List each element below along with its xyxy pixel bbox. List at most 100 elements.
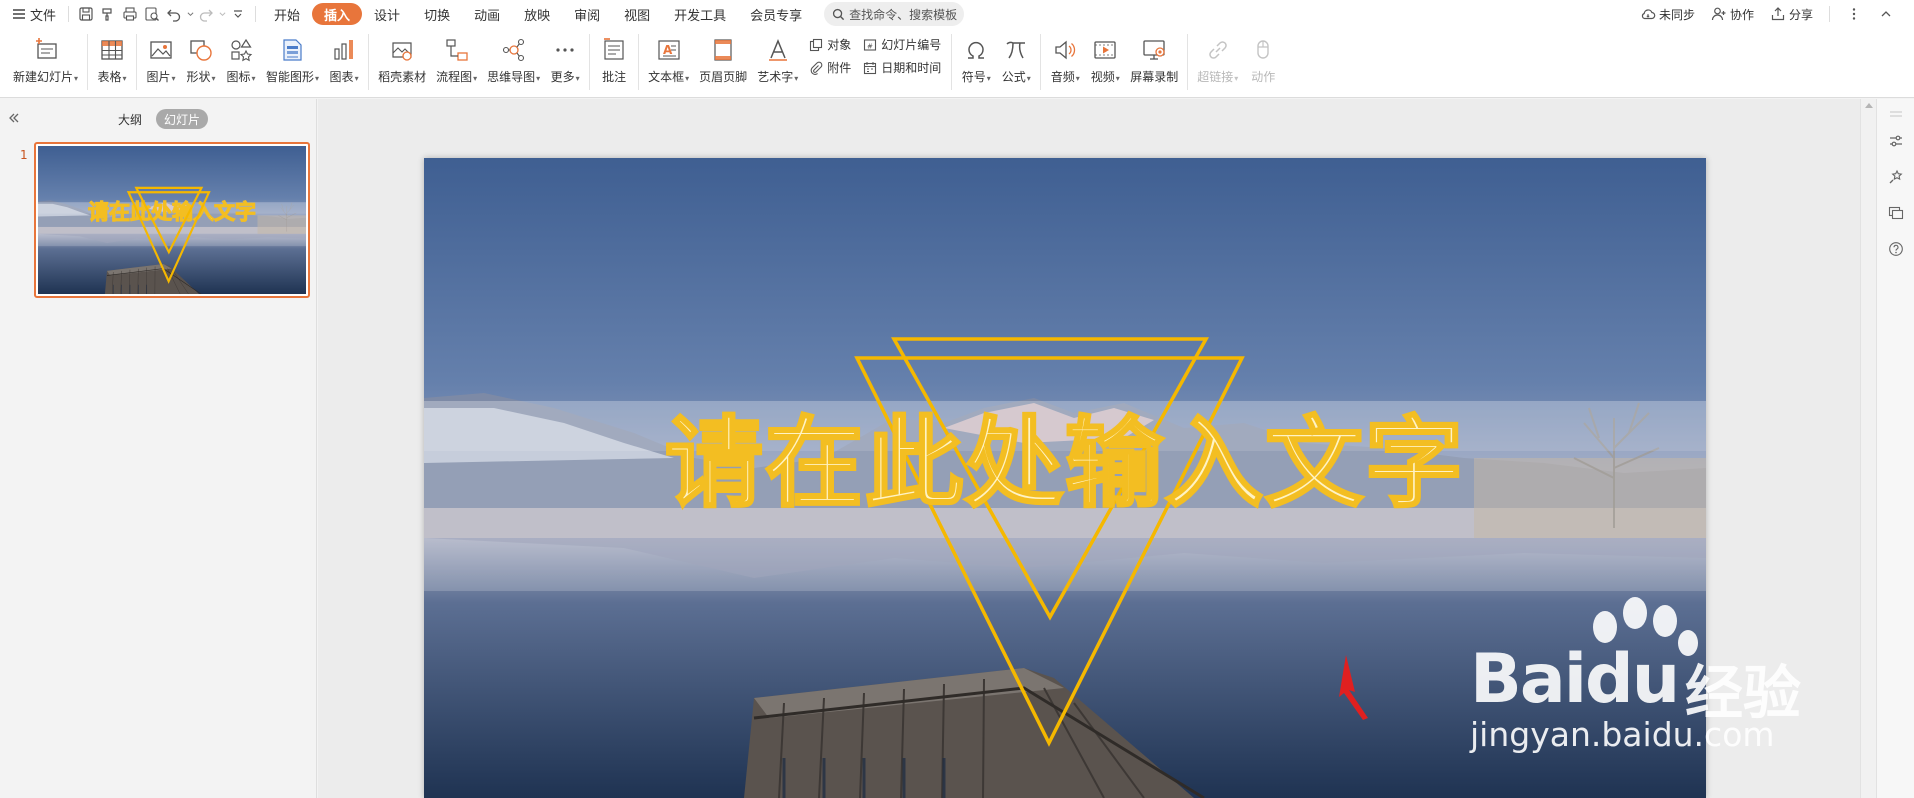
flowchart-button[interactable]: 流程图▾ bbox=[431, 34, 482, 85]
tab-label: 插入 bbox=[324, 8, 351, 24]
more-button[interactable]: 更多▾ bbox=[545, 34, 585, 85]
print-button[interactable] bbox=[119, 3, 141, 25]
tab-transitions[interactable]: 切换 bbox=[412, 3, 462, 25]
new-slide-button[interactable]: 新建幻灯片▾ bbox=[8, 34, 83, 85]
help-button[interactable] bbox=[1888, 241, 1904, 257]
mindmap-button[interactable]: 思维导图▾ bbox=[482, 34, 545, 85]
mindmap-icon bbox=[502, 38, 524, 62]
slide-canvas[interactable]: 请在此处输入文字 bbox=[424, 158, 1706, 798]
slide-number-button[interactable]: # 幻灯片编号 bbox=[863, 36, 941, 53]
new-slide-label: 新建幻灯片 bbox=[13, 70, 74, 84]
file-menu[interactable]: 文件 bbox=[0, 0, 62, 28]
separator bbox=[87, 34, 89, 90]
tab-home[interactable]: 开始 bbox=[262, 3, 312, 25]
share-label: 分享 bbox=[1788, 7, 1813, 22]
tab-member[interactable]: 会员专享 bbox=[738, 3, 814, 25]
textbox-icon: A bbox=[658, 40, 680, 60]
slide-thumbnail[interactable]: 请在此处输入文字 bbox=[34, 142, 310, 298]
copy-slides-icon bbox=[1888, 206, 1904, 220]
tab-insert[interactable]: 插入 bbox=[312, 3, 363, 25]
hyperlink-label: 超链接 bbox=[1197, 70, 1234, 84]
video-label: 视频 bbox=[1090, 70, 1115, 84]
hyperlink-button[interactable]: 超链接▾ bbox=[1192, 34, 1243, 85]
picture-icon bbox=[150, 41, 172, 59]
collapse-ribbon-button[interactable] bbox=[1872, 6, 1900, 22]
object-button[interactable]: 对象 bbox=[809, 36, 851, 53]
attachment-button[interactable]: 附件 bbox=[809, 59, 851, 76]
tab-label: 视图 bbox=[624, 8, 651, 24]
material-button[interactable]: 稻壳素材 bbox=[373, 34, 431, 85]
separator bbox=[1187, 34, 1189, 90]
tab-view[interactable]: 视图 bbox=[612, 3, 662, 25]
separator bbox=[638, 34, 640, 90]
textbox-button[interactable]: A 文本框▾ bbox=[643, 34, 694, 85]
tab-review[interactable]: 审阅 bbox=[562, 3, 612, 25]
slide-title-text[interactable]: 请在此处输入文字 bbox=[424, 384, 1706, 526]
symbol-button[interactable]: 符号▾ bbox=[956, 34, 996, 85]
collaborate-button[interactable]: 协作 bbox=[1705, 6, 1760, 23]
icons-library-icon bbox=[231, 38, 253, 62]
formula-button[interactable]: 公式▾ bbox=[996, 34, 1036, 85]
slide-navigation-panel: 大纲 幻灯片 1 请在此处输入文字 bbox=[0, 99, 317, 798]
tab-label: 设计 bbox=[374, 8, 401, 24]
drag-handle-icon bbox=[1890, 111, 1902, 117]
redo-button[interactable] bbox=[195, 3, 217, 25]
print-preview-button[interactable] bbox=[141, 3, 163, 25]
chevron-up-icon bbox=[1881, 11, 1891, 17]
file-menu-label: 文件 bbox=[30, 8, 57, 24]
action-button[interactable]: 动作 bbox=[1243, 34, 1283, 85]
redo-dropdown[interactable] bbox=[217, 3, 227, 25]
video-button[interactable]: 视频▾ bbox=[1085, 34, 1125, 85]
customize-quick-access-button[interactable] bbox=[227, 3, 249, 25]
hamburger-icon bbox=[13, 9, 25, 19]
help-icon bbox=[1889, 242, 1903, 256]
symbol-label: 符号 bbox=[961, 70, 986, 84]
tab-label: 会员专享 bbox=[750, 8, 803, 24]
double-chevron-left-icon bbox=[9, 113, 19, 123]
comment-button[interactable]: 批注 bbox=[594, 34, 634, 85]
object-attachment-group: 对象 附件 bbox=[803, 34, 857, 76]
speaker-icon bbox=[1055, 40, 1076, 60]
tab-label: 放映 bbox=[524, 8, 551, 24]
flowchart-icon bbox=[445, 39, 468, 61]
collaborate-label: 协作 bbox=[1729, 7, 1754, 22]
tab-animations[interactable]: 动画 bbox=[462, 3, 512, 25]
undo-button[interactable] bbox=[163, 3, 185, 25]
animation-pane-button[interactable] bbox=[1888, 169, 1904, 185]
property-settings-button[interactable] bbox=[1888, 133, 1904, 149]
format-painter-button[interactable] bbox=[97, 3, 119, 25]
tab-label: 开发工具 bbox=[674, 8, 727, 24]
share-button[interactable]: 分享 bbox=[1764, 6, 1819, 23]
menu-bar: 文件 开始 插入 设计 切换 动画 放映 审阅 视图 开发工具 会员专享 查找命… bbox=[0, 0, 1914, 28]
table-button[interactable]: 表格▾ bbox=[92, 34, 132, 85]
picture-button[interactable]: 图片▾ bbox=[141, 34, 181, 85]
more-options-button[interactable] bbox=[1840, 6, 1868, 22]
separator bbox=[589, 34, 591, 90]
collapse-panel-button[interactable] bbox=[6, 110, 22, 126]
tab-developer[interactable]: 开发工具 bbox=[662, 3, 738, 25]
tab-slides[interactable]: 幻灯片 bbox=[156, 109, 209, 129]
sync-status-button[interactable]: 未同步 bbox=[1634, 6, 1701, 23]
screen-record-button[interactable]: 屏幕录制 bbox=[1125, 34, 1183, 85]
slide-layout-button[interactable] bbox=[1888, 205, 1904, 221]
save-button[interactable] bbox=[75, 3, 97, 25]
material-label: 稻壳素材 bbox=[378, 70, 427, 84]
header-footer-button[interactable]: 页眉页脚 bbox=[694, 34, 752, 85]
slide-editing-area: 请在此处输入文字 bbox=[318, 99, 1860, 798]
audio-button[interactable]: 音频▾ bbox=[1045, 34, 1085, 85]
tab-outline[interactable]: 大纲 bbox=[110, 109, 150, 129]
smart-graphic-button[interactable]: 智能图形▾ bbox=[261, 34, 324, 85]
wordart-icon bbox=[768, 39, 787, 61]
separator bbox=[255, 6, 257, 22]
wordart-button[interactable]: 艺术字▾ bbox=[752, 34, 803, 85]
tab-design[interactable]: 设计 bbox=[362, 3, 412, 25]
chart-button[interactable]: 图表▾ bbox=[324, 34, 364, 85]
vertical-scrollbar[interactable] bbox=[1860, 99, 1876, 798]
tab-slideshow[interactable]: 放映 bbox=[512, 3, 562, 25]
undo-dropdown[interactable] bbox=[185, 3, 195, 25]
icon-button[interactable]: 图标▾ bbox=[221, 34, 261, 85]
command-search-box[interactable]: 查找命令、搜索模板 bbox=[824, 2, 965, 26]
date-time-button[interactable]: 日期和时间 bbox=[863, 59, 941, 76]
shape-button[interactable]: 形状▾ bbox=[181, 34, 221, 85]
scroll-up-arrow[interactable] bbox=[1865, 103, 1873, 108]
